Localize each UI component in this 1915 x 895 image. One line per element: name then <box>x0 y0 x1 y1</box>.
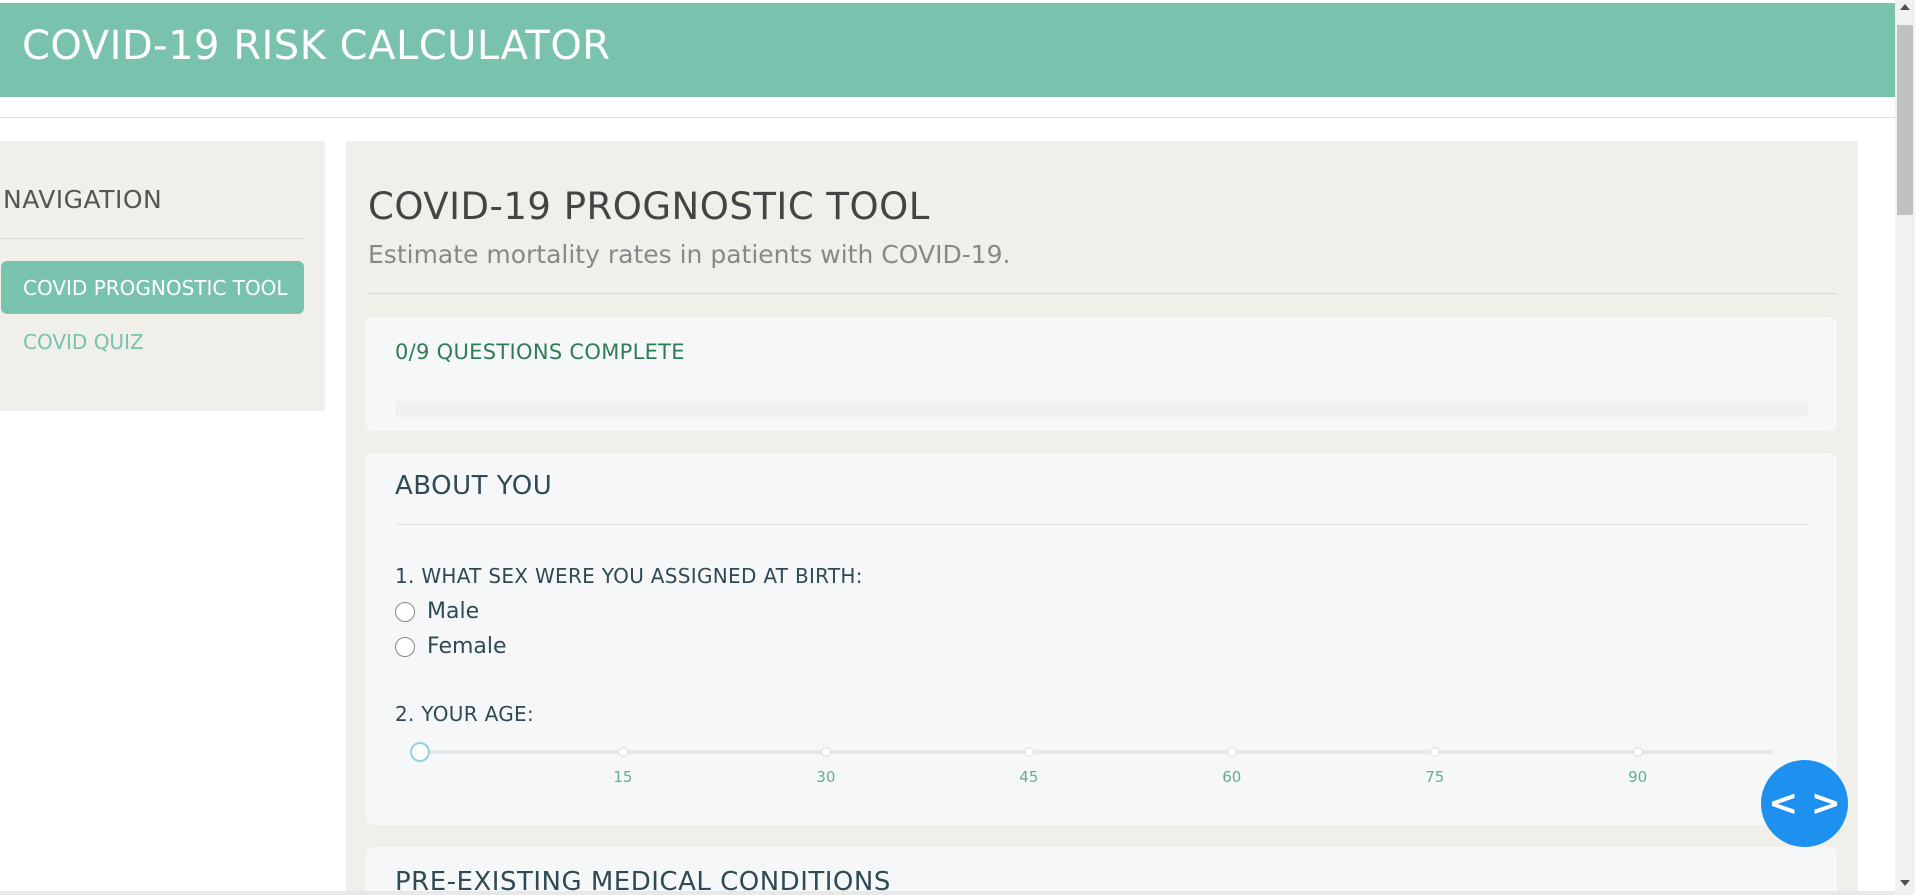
scroll-up-arrow-icon[interactable] <box>1900 4 1910 10</box>
nav-divider <box>0 238 304 239</box>
slider-tick-dot <box>820 747 831 757</box>
question-sex-label: 1. WHAT SEX WERE YOU ASSIGNED AT BIRTH: <box>395 564 863 588</box>
slider-tick-dot <box>1226 747 1237 757</box>
nav-item-covid-quiz[interactable]: COVID QUIZ <box>1 315 304 368</box>
about-you-section: ABOUT YOU 1. WHAT SEX WERE YOU ASSIGNED … <box>366 453 1837 825</box>
title-divider <box>368 293 1837 294</box>
medical-conditions-section: PRE-EXISTING MEDICAL CONDITIONS <box>366 847 1837 895</box>
horizontal-scrollbar[interactable] <box>0 891 1895 895</box>
progress-panel: 0/9 QUESTIONS COMPLETE <box>366 317 1837 431</box>
code-toggle-button[interactable]: < > <box>1761 760 1848 847</box>
slider-tick-label: 75 <box>1425 768 1445 786</box>
vertical-scrollbar[interactable] <box>1895 0 1915 895</box>
slider-tick-label: 15 <box>613 768 633 786</box>
page-subtitle: Estimate mortality rates in patients wit… <box>368 240 1011 269</box>
age-slider[interactable]: 15 30 45 60 75 90 <box>410 739 1773 786</box>
nav-heading: NAVIGATION <box>3 185 163 214</box>
slider-tick-label: 45 <box>1019 768 1039 786</box>
nav-item-prognostic-tool[interactable]: COVID PROGNOSTIC TOOL <box>1 261 304 314</box>
section-divider <box>395 524 1808 525</box>
progress-bar <box>395 401 1808 417</box>
radio-button-female[interactable] <box>395 636 415 657</box>
progress-label: 0/9 QUESTIONS COMPLETE <box>395 340 685 364</box>
radio-option-female[interactable]: Female <box>395 634 507 659</box>
slider-tick-dot <box>617 747 628 757</box>
code-icon: < > <box>1768 783 1841 824</box>
radio-option-male[interactable]: Male <box>395 599 479 624</box>
slider-tick-label: 90 <box>1628 768 1648 786</box>
slider-tick-dot <box>1429 747 1440 757</box>
sidebar: NAVIGATION COVID PROGNOSTIC TOOL COVID Q… <box>0 141 325 411</box>
radio-button-male[interactable] <box>395 601 415 622</box>
slider-tick-dot <box>1632 747 1643 757</box>
radio-label-female: Female <box>427 634 507 659</box>
scroll-down-arrow-icon[interactable] <box>1900 880 1910 886</box>
question-age-label: 2. YOUR AGE: <box>395 702 535 726</box>
radio-label-male: Male <box>427 599 480 624</box>
app-title: COVID-19 RISK CALCULATOR <box>22 23 611 69</box>
main-content: COVID-19 PROGNOSTIC TOOL Estimate mortal… <box>346 141 1858 895</box>
section-title-about-you: ABOUT YOU <box>395 471 553 501</box>
page-title: COVID-19 PROGNOSTIC TOOL <box>368 185 930 228</box>
slider-tick-dot <box>1023 747 1034 757</box>
slider-tick-label: 60 <box>1222 768 1242 786</box>
slider-handle[interactable] <box>410 742 430 762</box>
header-divider <box>0 117 1895 118</box>
app-header: COVID-19 RISK CALCULATOR <box>0 3 1895 97</box>
slider-tick-label: 30 <box>816 768 836 786</box>
scrollbar-thumb[interactable] <box>1897 25 1913 215</box>
